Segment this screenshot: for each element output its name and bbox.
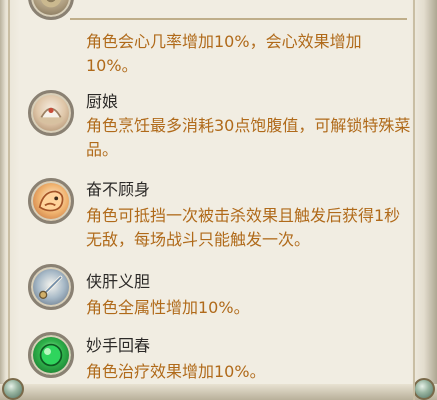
talent-name: 厨娘 [86,92,119,111]
talent-panel: 角色会心几率增加10%，会心效果增加10%。 厨娘 角色烹饪最多消耗30点饱腹值… [0,0,437,400]
healing-talent-icon [28,332,74,378]
talent-item-crit[interactable]: 角色会心几率增加10%，会心效果增加10%。 [28,0,407,80]
talent-item-chef[interactable]: 厨娘 角色烹饪最多消耗30点饱腹值，可解锁特殊菜品。 [28,88,410,168]
talent-desc: 角色烹饪最多消耗30点饱腹值，可解锁特殊菜品。 [86,116,411,159]
brave-talent-icon [28,178,74,224]
talent-desc: 角色可抵挡一次被击杀效果且触发后获得1秒无敌，每场战斗只能触发一次。 [86,206,401,249]
talent-item-healing[interactable]: 妙手回春 角色治疗效果增加10%。 [28,332,407,392]
panel-bottom-border [0,384,437,400]
talent-item-brave[interactable]: 奋不顾身 角色可抵挡一次被击杀效果且触发后获得1秒无敌，每场战斗只能触发一次。 [28,178,407,268]
heroic-talent-icon [28,264,74,310]
talent-desc: 角色治疗效果增加10%。 [86,362,266,381]
corner-gem-icon [2,378,24,400]
crit-talent-icon [28,0,74,20]
chef-talent-icon [28,90,74,136]
corner-gem-icon [413,378,435,400]
talent-name: 奋不顾身 [86,180,151,199]
talent-desc: 角色会心几率增加10%，会心效果增加10%。 [86,32,362,75]
talent-name: 妙手回春 [86,336,151,355]
talent-desc: 角色全属性增加10%。 [86,298,250,317]
talent-item-heroic[interactable]: 侠肝义胆 角色全属性增加10%。 [28,264,407,328]
talent-name: 侠肝义胆 [86,272,151,291]
